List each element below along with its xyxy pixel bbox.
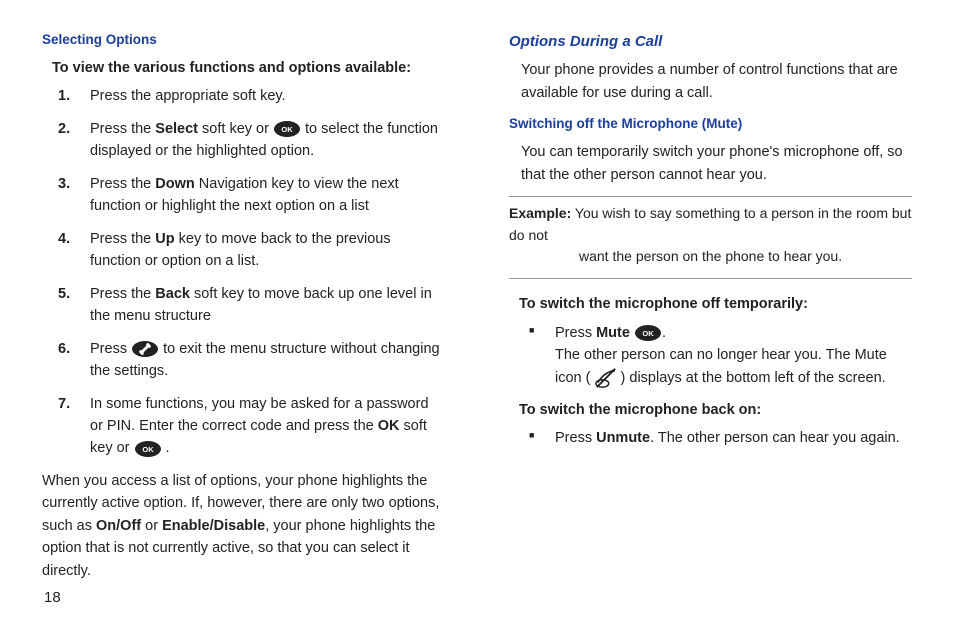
ok-icon bbox=[634, 324, 662, 342]
lead-mic-off: To switch the microphone off temporarily… bbox=[519, 293, 912, 315]
heading-selecting-options: Selecting Options bbox=[42, 30, 445, 51]
step-4: Press the Up key to move back to the pre… bbox=[86, 228, 445, 273]
bullet-mute: Press Mute . The other person can no lon… bbox=[555, 322, 912, 389]
step-6: Press to exit the menu structure without… bbox=[86, 338, 445, 383]
steps-list: Press the appropriate soft key. Press th… bbox=[52, 85, 445, 460]
lead-view-functions: To view the various functions and option… bbox=[52, 57, 445, 79]
follow-paragraph: When you access a list of options, your … bbox=[42, 470, 445, 582]
ok-icon bbox=[273, 120, 301, 138]
step-5: Press the Back soft key to move back up … bbox=[86, 283, 445, 328]
divider-bottom bbox=[509, 278, 912, 279]
step-3: Press the Down Navigation key to view th… bbox=[86, 173, 445, 218]
intro-text: Your phone provides a number of control … bbox=[521, 59, 912, 104]
heading-switching-mute: Switching off the Microphone (Mute) bbox=[509, 114, 912, 135]
heading-options-during-call: Options During a Call bbox=[509, 30, 912, 53]
lead-mic-on: To switch the microphone back on: bbox=[519, 399, 912, 421]
step-2: Press the Select soft key or to select t… bbox=[86, 118, 445, 163]
ok-icon bbox=[134, 440, 162, 458]
example-block: Example: You wish to say something to a … bbox=[509, 203, 912, 268]
step-1: Press the appropriate soft key. bbox=[86, 85, 445, 107]
bullet-unmute: Press Unmute. The other person can hear … bbox=[555, 427, 912, 449]
divider-top bbox=[509, 196, 912, 197]
page-number: 18 bbox=[44, 589, 61, 606]
end-call-icon bbox=[131, 340, 159, 358]
mute-desc: You can temporarily switch your phone's … bbox=[521, 141, 912, 186]
mute-icon bbox=[595, 367, 617, 389]
step-7: In some functions, you may be asked for … bbox=[86, 393, 445, 460]
